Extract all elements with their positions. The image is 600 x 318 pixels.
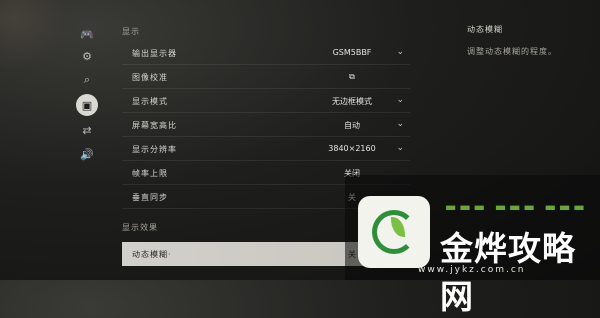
description-title: 动态模糊 [467,25,503,34]
setting-output-monitor[interactable]: 输出显示器 GSM5BBF ⌄ [122,42,410,65]
setting-label: 垂直同步 [132,193,168,202]
chevron-down-icon: ⌄ [396,143,404,153]
setting-label: 显示模式 [132,97,168,106]
settings-icon[interactable]: ⚙ [72,46,102,66]
setting-value: 无边框模式 [332,97,372,106]
section-display-effects-title: 显示效果 [122,223,158,232]
background-art [0,0,70,70]
swap-icon[interactable]: ⇄ [72,120,102,140]
gamepad-icon[interactable]: 🎮 [72,24,102,44]
chevron-down-icon: ⌄ [396,47,404,57]
setting-value: GSM5BBF [332,48,372,57]
setting-value: 自动 [344,121,360,130]
setting-label: 动态模糊· [132,250,172,259]
leaf-icon [391,217,405,237]
search-icon[interactable]: ⌕ [72,70,102,90]
chevron-down-icon: ⌄ [396,95,404,105]
setting-label: 显示分辨率 [132,145,177,154]
watermark-decoration: ▬▬▬ ▬▬▬ ▬▬▬ [445,200,588,214]
external-link-icon: ⧉ [349,72,355,81]
setting-resolution[interactable]: 显示分辨率 3840×2160 ⌄ [122,138,410,161]
description-text: 调整动态模糊的程度。 [467,47,557,56]
setting-display-mode[interactable]: 显示模式 无边框模式 ⌄ [122,90,410,113]
monitor-icon[interactable]: ▣ [76,94,98,116]
setting-label: 输出显示器 [132,49,177,58]
audio-icon[interactable]: 🔊 [72,144,102,164]
setting-aspect-ratio[interactable]: 屏幕宽高比 自动 ⌄ [122,114,410,137]
setting-value: 3840×2160 [328,144,376,153]
setting-label: 帧率上限 [132,169,168,178]
setting-label: 屏幕宽高比 [132,121,177,130]
watermark-url: www.jykz.com.cn [418,265,526,275]
section-display-title: 显示 [122,27,140,36]
setting-image-calibration[interactable]: 图像校准 ⧉ [122,66,410,89]
setting-label: 图像校准 [132,73,168,82]
watermark-logo [358,196,430,268]
logo-ring-icon [372,210,416,254]
chevron-down-icon: ⌄ [396,119,404,129]
